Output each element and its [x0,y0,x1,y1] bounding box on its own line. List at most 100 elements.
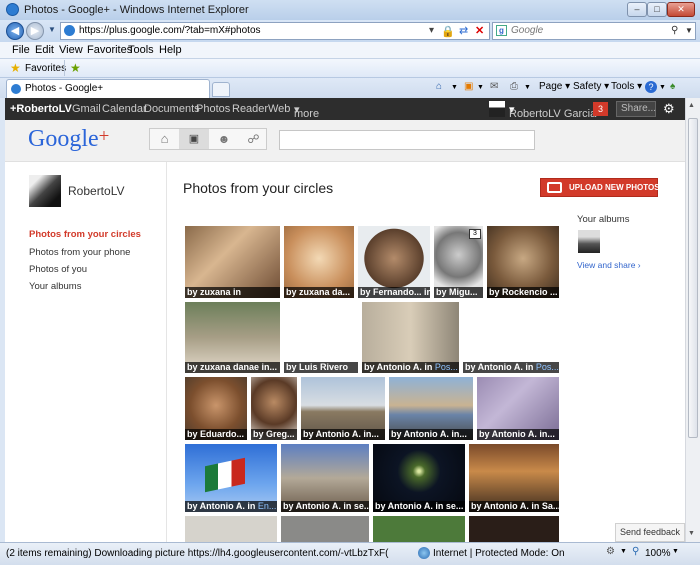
print-icon[interactable]: ⎙ [510,81,518,92]
album-thumbnail[interactable] [578,230,600,253]
back-button[interactable]: ◀ [6,22,24,40]
photo-tile[interactable]: by Antonio A. in Pos... [362,302,459,373]
favorites-button[interactable]: Favorites [25,63,66,74]
view-and-share-link[interactable]: View and share › [577,260,641,270]
new-tab-button[interactable] [212,82,230,97]
photo-tile[interactable]: by Eduardo... [185,377,247,440]
minimize-button[interactable]: – [627,2,647,17]
photo-tile[interactable] [281,516,369,542]
gbar-documents[interactable]: Documents [144,103,200,115]
photo-tile[interactable]: by Antonio A. in se... [373,444,465,512]
menu-tools[interactable]: Tools [128,44,154,56]
lock-icon[interactable]: 🔒 [441,24,455,39]
nav-photos-from-circles[interactable]: Photos from your circles [29,229,141,240]
zone-text[interactable]: Internet | Protected Mode: On [433,548,565,559]
tab-photos-google-plus[interactable]: Photos - Google+ [6,79,210,98]
upload-new-photos-button[interactable]: UPLOAD NEW PHOTOS [540,178,660,197]
photo-tile[interactable]: by zuxana in [185,226,280,298]
vertical-scrollbar[interactable]: ▲ ▼ [685,98,700,542]
mail-icon[interactable]: ✉ [490,81,498,92]
gbar-more[interactable]: more ▾ [294,103,319,120]
refresh-icon[interactable]: ⇄ [459,23,468,39]
share-box[interactable]: Share... [616,101,656,117]
search-options-icon[interactable]: ▼ [685,23,693,39]
menu-favorites[interactable]: Favorites [87,44,132,56]
protected-mode-dropdown-icon[interactable]: ▼ [620,548,627,555]
address-bar[interactable]: https://plus.google.com/?tab=mX#photos ▾… [60,22,490,40]
gbar-photos[interactable]: Photos [196,103,230,115]
photo-tile[interactable]: by zuxana danae in... [185,302,280,373]
circles-icon[interactable]: ☍ [239,129,268,149]
photo-tile[interactable] [373,516,465,542]
help-dropdown-icon[interactable]: ▼ [659,84,666,91]
nav-your-albums[interactable]: Your albums [29,281,81,292]
scroll-up-icon[interactable]: ▲ [688,102,695,109]
stop-icon[interactable]: ✕ [475,23,484,39]
scrollbar-thumb[interactable] [688,118,698,438]
gbar-user[interactable]: RobertoLV Garcia ▾ [509,103,596,120]
feeds-dropdown-icon[interactable]: ▼ [477,84,484,91]
profile-name[interactable]: RobertoLV [68,184,124,198]
nav-photos-from-phone[interactable]: Photos from your phone [29,247,130,258]
photo-tile[interactable]: by Antonio A. in Sa... [469,444,559,512]
photo-tile[interactable]: by Rockencio ... [487,226,559,298]
safety-menu[interactable]: Safety ▾ [573,81,609,92]
gbar-web[interactable]: Web [268,103,290,115]
history-dropdown-icon[interactable]: ▼ [48,25,56,34]
address-dropdown-icon[interactable]: ▾ [429,23,434,39]
photo-tile[interactable]: 3 by Migu... [434,226,483,298]
photo-tile[interactable]: by Greg... [251,377,297,440]
gbar-plus-profile[interactable]: +RobertoLV [10,103,72,115]
page-menu[interactable]: Page ▾ [539,81,570,92]
gbar-gmail[interactable]: Gmail [72,103,101,115]
send-feedback-button[interactable]: Send feedback [615,523,685,542]
google-plus-logo[interactable]: Google+ [28,126,109,153]
search-icon[interactable]: ⚲ [671,23,678,39]
add-favorite-icon[interactable]: ★ [70,61,81,75]
photo-tile[interactable]: by Luis Rivero [284,302,358,373]
photo-tile[interactable]: by Antonio A. in... [301,377,385,440]
profile-icon[interactable]: ☻ [209,129,239,149]
notifications-badge[interactable]: 3 [593,102,608,116]
profile-avatar[interactable] [29,175,61,207]
maximize-button[interactable]: □ [647,2,667,17]
home-dropdown-icon[interactable]: ▼ [451,84,458,91]
tools-menu[interactable]: Tools ▾ [611,81,642,92]
nav-photos-of-you[interactable]: Photos of you [29,264,87,275]
gplus-search-input[interactable] [279,130,535,150]
forward-button[interactable]: ▶ [26,22,44,40]
gear-icon[interactable]: ⚙ [663,101,675,117]
zoom-icon[interactable]: ⚲ [632,546,639,557]
photo-tile[interactable]: by Antonio A. in se... [281,444,369,512]
title-bar: Photos - Google+ - Windows Internet Expl… [0,0,700,20]
home-stream-icon[interactable]: ⌂ [150,129,179,149]
photo-tile[interactable] [469,516,559,542]
menu-edit[interactable]: Edit [35,44,54,56]
user-avatar[interactable] [489,101,505,117]
print-dropdown-icon[interactable]: ▼ [524,84,531,91]
menu-file[interactable]: File [12,44,30,56]
search-box[interactable]: g Google ⚲ ▼ [492,22,696,40]
gbar-reader[interactable]: Reader [232,103,268,115]
zoom-level[interactable]: 100% [645,548,671,559]
photo-tile[interactable]: by Antonio A. in... [477,377,559,440]
close-button[interactable]: ✕ [667,2,695,17]
menu-help[interactable]: Help [159,44,182,56]
research-icon[interactable]: ♠ [670,81,675,92]
menu-view[interactable]: View [59,44,83,56]
photo-tile[interactable]: by Antonio A. in... [389,377,473,440]
photo-tile[interactable]: by Antonio A. in Pos... [463,302,559,373]
help-icon[interactable]: ? [645,81,657,93]
home-icon[interactable]: ⌂ [436,81,442,92]
photo-tile[interactable]: by Antonio A. in En... [185,444,277,512]
scroll-down-icon[interactable]: ▼ [688,530,695,537]
feeds-icon[interactable]: ▣ [464,81,473,92]
protected-mode-icon[interactable]: ⚙ [606,546,615,557]
gbar-calendar[interactable]: Calendar [102,103,147,115]
photo-tile[interactable]: by zuxana da... [284,226,354,298]
photo-tile[interactable] [185,516,277,542]
zoom-dropdown-icon[interactable]: ▼ [672,548,679,555]
photos-icon[interactable]: ▣ [179,129,209,149]
photo-tile[interactable]: by Fernando... in [358,226,430,298]
caption-by: by [187,429,201,439]
